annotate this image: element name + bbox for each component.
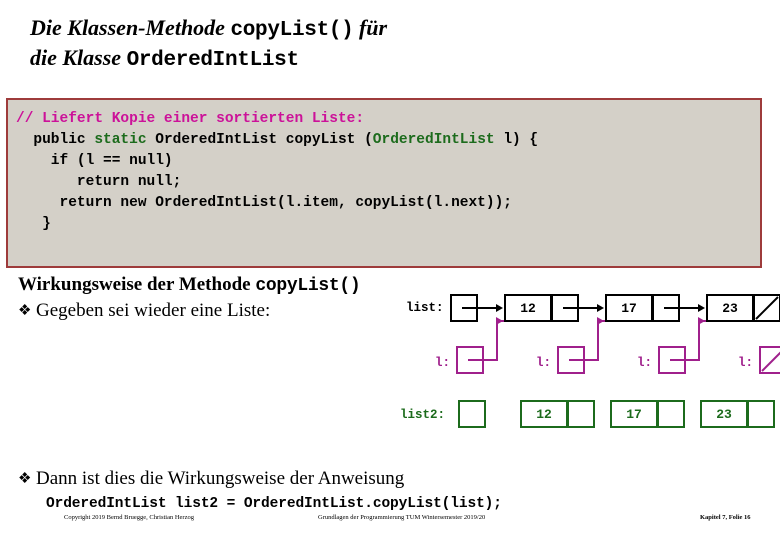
frame-connector-h-2	[569, 359, 599, 361]
section-heading: Wirkungsweise der Methode copyList()	[18, 274, 361, 296]
section-heading-text: Wirkungsweise der Methode	[18, 274, 256, 295]
footer-course: Grundlagen der Programmierung TUM Winter…	[318, 514, 486, 521]
code-line4: return null;	[16, 174, 182, 190]
slash-null-icon	[755, 296, 779, 320]
list2-node-next-cell	[657, 400, 685, 428]
list-pointer-arrowhead	[496, 304, 503, 312]
page-title: Die Klassen-Methode copyList() für die K…	[30, 14, 750, 74]
footer-copyright: Copyright 2019 Bernd Bruegge, Christian …	[64, 514, 194, 521]
frame-label-2: l:	[536, 356, 552, 370]
list2-node-value-3: 23	[716, 407, 732, 422]
title-line2-pre: die Klasse	[30, 45, 127, 70]
list2-node-value-1: 12	[536, 407, 552, 422]
code-line2-a: public	[16, 132, 95, 148]
code-line2-b: OrderedIntList copyList (	[146, 132, 373, 148]
list2-pointer-box	[458, 400, 486, 428]
code-block: // Liefert Kopie einer sortierten Liste:…	[6, 98, 762, 268]
linked-list-diagram: list: 12 17 23 l: l: l: l: list2: 12 17 …	[400, 290, 780, 428]
frame-connector-h-1	[468, 359, 498, 361]
code-param-type: OrderedIntList	[372, 132, 495, 148]
section-heading-code: copyList()	[255, 276, 361, 296]
list2-node-next-cell	[567, 400, 595, 428]
list2-node-next-cell	[747, 400, 775, 428]
bullet-item-2-label: Dann ist dies die Wirkungsweise der Anwe…	[36, 468, 405, 489]
node-next-arrowhead	[698, 304, 705, 312]
list2-variable-label: list2:	[400, 408, 446, 422]
frame-connector-h-3	[670, 359, 700, 361]
node-value-2: 17	[621, 301, 637, 316]
bullet-item-2: ❖ Dann ist dies die Wirkungsweise der Anw…	[18, 468, 404, 490]
node-value-3: 23	[722, 301, 738, 316]
code-line2-c: l) {	[494, 132, 539, 148]
list2-node-value-2: 17	[626, 407, 642, 422]
frame-arrowhead-1	[496, 317, 503, 325]
title-line2-code: OrderedIntList	[126, 49, 300, 72]
code-keyword-static: static	[94, 132, 147, 148]
diamond-bullet-icon: ❖	[18, 471, 32, 487]
frame-label-3: l:	[637, 356, 653, 370]
code-text: // Liefert Kopie einer sortierten Liste:…	[16, 109, 538, 235]
diamond-bullet-icon: ❖	[18, 303, 32, 319]
frame-arrowhead-2	[597, 317, 604, 325]
bullet-item-1-label: Gegeben sei wieder eine Liste:	[36, 300, 271, 321]
assignment-statement: OrderedIntList list2 = OrderedIntList.co…	[46, 496, 502, 512]
title-line1-post: für	[353, 15, 388, 40]
frame-connector-v-1	[496, 320, 498, 361]
slide-root: Die Klassen-Methode copyList() für die K…	[0, 0, 780, 540]
code-line6: }	[16, 216, 51, 232]
list-variable-label: list:	[406, 301, 444, 315]
code-line5: return new OrderedIntList(l.item, copyLi…	[16, 195, 512, 211]
title-line1-code: copyList()	[230, 19, 354, 42]
footer-slide-number: Kapitel 7, Folie 16	[700, 514, 751, 521]
bullet-item-1: ❖ Gegeben sei wieder eine Liste:	[18, 300, 270, 322]
node-next-line	[563, 307, 599, 309]
node-next-line	[664, 307, 700, 309]
frame-label-4: l:	[738, 356, 754, 370]
frame-arrowhead-3	[698, 317, 705, 325]
code-line3: if (l == null)	[16, 153, 173, 169]
frame-label-1: l:	[435, 356, 451, 370]
code-comment: // Liefert Kopie einer sortierten Liste:	[16, 111, 365, 127]
frame-connector-v-2	[597, 320, 599, 361]
frame-connector-v-3	[698, 320, 700, 361]
slash-null-icon	[761, 351, 780, 372]
node-next-arrowhead	[597, 304, 604, 312]
title-line1-pre: Die Klassen-Methode	[30, 15, 231, 40]
list-pointer-line	[462, 307, 498, 309]
node-value-1: 12	[520, 301, 536, 316]
